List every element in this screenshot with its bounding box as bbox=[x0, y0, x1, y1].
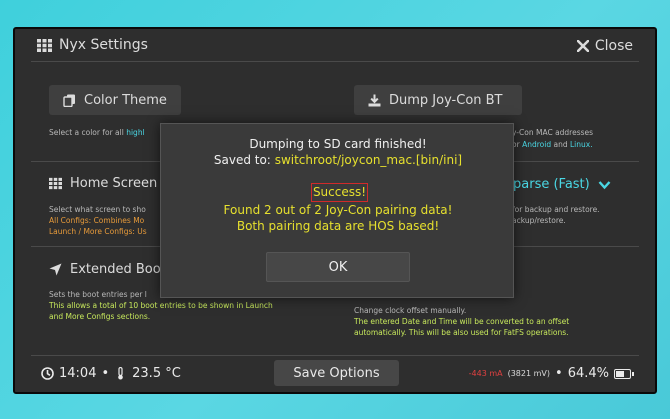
thermometer-icon bbox=[118, 367, 123, 380]
save-options-button[interactable]: Save Options bbox=[274, 360, 399, 386]
ok-button[interactable]: OK bbox=[266, 252, 410, 282]
grid-icon bbox=[49, 177, 62, 190]
status-left: 14:04 • 23.5 °C bbox=[41, 366, 181, 381]
home-screen-setting[interactable]: Home Screen bbox=[49, 176, 157, 191]
extended-boot-description-3: and More Configs sections. bbox=[49, 312, 151, 321]
chevron-down-icon bbox=[598, 180, 611, 189]
clock-icon bbox=[41, 367, 54, 380]
clock-offset-description-3: automatically. This will be also used fo… bbox=[354, 328, 569, 337]
battery-percent: 64.4% bbox=[567, 366, 609, 381]
header-bar: Nyx Settings Close bbox=[15, 29, 655, 61]
joycon-description-2: or Android and Linux. bbox=[512, 140, 593, 149]
close-icon bbox=[576, 40, 589, 52]
window-title: Nyx Settings bbox=[59, 37, 148, 53]
grid-icon bbox=[37, 39, 52, 52]
battery-icon bbox=[614, 368, 634, 379]
dialog-line-hos: Both pairing data are HOS based! bbox=[236, 219, 440, 233]
battery-current: -443 mA bbox=[468, 369, 503, 378]
dump-joycon-label: Dump Joy-Con BT bbox=[389, 92, 503, 108]
joycon-description-1: y-Con MAC addresses bbox=[512, 128, 594, 137]
nyx-screen: Nyx Settings Close Color Theme Dump Joy-… bbox=[15, 29, 655, 392]
success-text: Success! bbox=[311, 183, 368, 202]
dialog-line-saved-to: Saved to: switchroot/joycon_mac.[bin/ini… bbox=[213, 153, 463, 167]
battery-fill bbox=[616, 370, 624, 377]
close-label: Close bbox=[594, 38, 633, 54]
color-theme-label: Color Theme bbox=[84, 92, 167, 108]
extended-boot-setting[interactable]: Extended Boot bbox=[49, 262, 166, 277]
status-right: -443 mA (3821 mV) • 64.4% bbox=[468, 366, 634, 381]
separator-dot: • bbox=[101, 366, 110, 381]
navigation-icon bbox=[49, 263, 62, 276]
temperature-readout: 23.5 °C bbox=[132, 366, 181, 381]
dialog-line-finished: Dumping to SD card finished! bbox=[249, 137, 427, 151]
clock-time: 14:04 bbox=[59, 366, 97, 381]
color-theme-button[interactable]: Color Theme bbox=[49, 85, 181, 115]
sparse-description-2: ackup/restore. bbox=[512, 216, 566, 225]
copy-icon bbox=[63, 94, 75, 107]
header-divider bbox=[31, 61, 639, 62]
dialog-line-found: Found 2 out of 2 Joy-Con pairing data! bbox=[223, 203, 453, 217]
home-screen-description-3: Launch / More Configs: Us bbox=[49, 227, 147, 236]
saved-path: switchroot/joycon_mac.[bin/ini] bbox=[274, 153, 463, 167]
dump-result-dialog: Dumping to SD card finished! Saved to: s… bbox=[160, 123, 514, 298]
extended-boot-label: Extended Boot bbox=[70, 262, 166, 277]
battery-voltage: (3821 mV) bbox=[507, 369, 551, 378]
sparse-value: parse (Fast) bbox=[513, 177, 590, 192]
dump-joycon-bt-button[interactable]: Dump Joy-Con BT bbox=[354, 85, 522, 115]
separator-dot: • bbox=[555, 366, 563, 381]
color-theme-description: Select a color for all highl bbox=[49, 128, 145, 137]
home-screen-label: Home Screen bbox=[70, 176, 158, 191]
close-button[interactable]: Close bbox=[576, 35, 633, 57]
download-icon bbox=[368, 94, 381, 106]
status-bar: 14:04 • 23.5 °C Save Options -443 mA (38… bbox=[15, 357, 655, 392]
device-frame: Nyx Settings Close Color Theme Dump Joy-… bbox=[13, 27, 657, 394]
footer-divider bbox=[31, 355, 639, 356]
sparse-dropdown[interactable]: parse (Fast) bbox=[513, 177, 611, 192]
